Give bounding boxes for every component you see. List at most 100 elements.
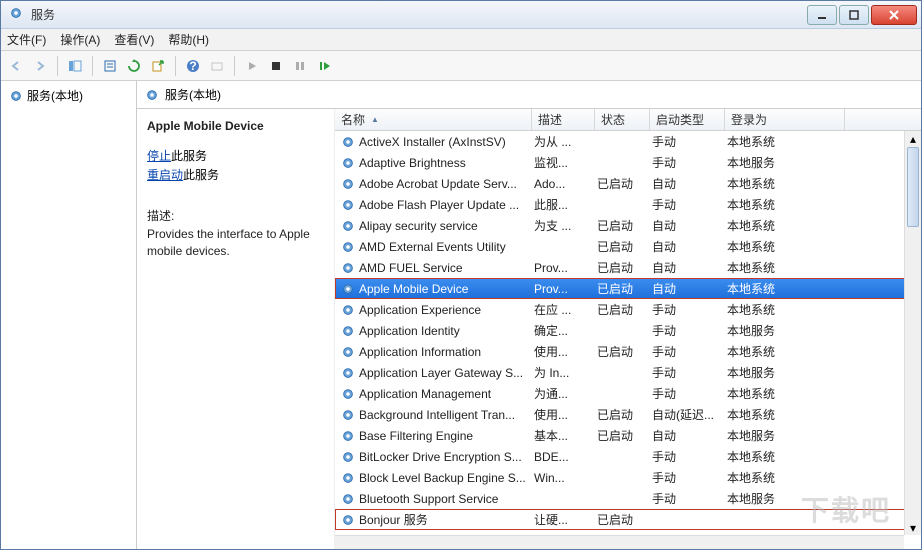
col-header-name[interactable]: 名称 bbox=[335, 109, 532, 130]
cell-start: 手动 bbox=[652, 322, 727, 339]
cell-status: 已启动 bbox=[597, 280, 652, 297]
cell-name: Application Management bbox=[359, 387, 534, 401]
toolbar: ? bbox=[1, 51, 921, 81]
properties-button[interactable] bbox=[99, 55, 121, 77]
cell-start: 手动 bbox=[652, 469, 727, 486]
gear-icon bbox=[341, 240, 355, 254]
table-row[interactable]: Bluetooth Support Service手动本地服务 bbox=[335, 488, 921, 509]
list-header: 名称 描述 状态 启动类型 登录为 bbox=[335, 109, 921, 131]
cell-name: Application Layer Gateway S... bbox=[359, 366, 534, 380]
stop-link[interactable]: 停止 bbox=[147, 149, 171, 163]
cell-logon: 本地服务 bbox=[727, 322, 847, 339]
stop-service-button[interactable] bbox=[265, 55, 287, 77]
table-row[interactable]: AMD External Events Utility已启动自动本地系统 bbox=[335, 236, 921, 257]
scroll-thumb[interactable] bbox=[907, 147, 919, 227]
cell-logon: 本地服务 bbox=[727, 427, 847, 444]
cell-logon: 本地系统 bbox=[727, 385, 847, 402]
gear-icon bbox=[341, 492, 355, 506]
titlebar[interactable]: 服务 bbox=[1, 1, 921, 29]
cell-start: 自动 bbox=[652, 427, 727, 444]
cell-logon: 本地系统 bbox=[727, 196, 847, 213]
vertical-scrollbar[interactable]: ▴ ▾ bbox=[904, 131, 921, 535]
cell-name: Adobe Acrobat Update Serv... bbox=[359, 177, 534, 191]
table-row[interactable]: Bonjour 服务让硬...已启动 bbox=[335, 509, 921, 530]
cell-status: 已启动 bbox=[597, 175, 652, 192]
table-row[interactable]: Adaptive Brightness监视...手动本地服务 bbox=[335, 152, 921, 173]
cell-start: 手动 bbox=[652, 343, 727, 360]
cell-desc: 使用... bbox=[534, 406, 597, 423]
cell-desc: 为 In... bbox=[534, 364, 597, 381]
restart-link[interactable]: 重启动 bbox=[147, 168, 183, 182]
cell-name: Background Intelligent Tran... bbox=[359, 408, 534, 422]
table-row[interactable]: Adobe Acrobat Update Serv...Ado...已启动自动本… bbox=[335, 173, 921, 194]
cell-logon: 本地系统 bbox=[727, 301, 847, 318]
scroll-down-arrow[interactable]: ▾ bbox=[905, 520, 921, 535]
col-header-status[interactable]: 状态 bbox=[595, 109, 650, 130]
cell-desc: 为从 ... bbox=[534, 133, 597, 150]
cell-desc: Ado... bbox=[534, 177, 597, 191]
content-header: 服务(本地) bbox=[137, 81, 921, 109]
svg-text:?: ? bbox=[189, 59, 196, 73]
col-header-desc[interactable]: 描述 bbox=[532, 109, 595, 130]
table-row[interactable]: Application Identity确定...手动本地服务 bbox=[335, 320, 921, 341]
cell-name: AMD FUEL Service bbox=[359, 261, 534, 275]
gear-icon bbox=[341, 282, 355, 296]
nav-pane: 服务(本地) bbox=[1, 81, 137, 549]
cell-name: Block Level Backup Engine S... bbox=[359, 471, 534, 485]
close-button[interactable] bbox=[871, 5, 917, 25]
detail-desc: Provides the interface to Apple mobile d… bbox=[147, 226, 324, 260]
menu-file[interactable]: 文件(F) bbox=[7, 31, 46, 48]
cell-desc: 使用... bbox=[534, 343, 597, 360]
cell-start: 手动 bbox=[652, 133, 727, 150]
gear-icon bbox=[145, 88, 159, 102]
start-service-button bbox=[241, 55, 263, 77]
minimize-button[interactable] bbox=[807, 5, 837, 25]
table-row[interactable]: Adobe Flash Player Update ...此服...手动本地系统 bbox=[335, 194, 921, 215]
gear-icon bbox=[341, 303, 355, 317]
cell-status: 已启动 bbox=[597, 259, 652, 276]
stop-suffix: 此服务 bbox=[171, 149, 207, 163]
table-row[interactable]: BitLocker Drive Encryption S...BDE...手动本… bbox=[335, 446, 921, 467]
menu-action[interactable]: 操作(A) bbox=[60, 31, 100, 48]
pause-service-button bbox=[289, 55, 311, 77]
table-row[interactable]: AMD FUEL ServiceProv...已启动自动本地系统 bbox=[335, 257, 921, 278]
nav-root-item[interactable]: 服务(本地) bbox=[5, 85, 132, 106]
cell-logon: 本地系统 bbox=[727, 238, 847, 255]
cell-start: 手动 bbox=[652, 448, 727, 465]
table-row[interactable]: Application Management为通...手动本地系统 bbox=[335, 383, 921, 404]
table-row[interactable]: Base Filtering Engine基本...已启动自动本地服务 bbox=[335, 425, 921, 446]
col-header-logon[interactable]: 登录为 bbox=[725, 109, 845, 130]
help-button[interactable]: ? bbox=[182, 55, 204, 77]
horizontal-scrollbar[interactable] bbox=[335, 535, 904, 549]
cell-start: 手动 bbox=[652, 196, 727, 213]
cell-status: 已启动 bbox=[597, 238, 652, 255]
scroll-up-arrow[interactable]: ▴ bbox=[905, 131, 921, 146]
cell-name: Application Experience bbox=[359, 303, 534, 317]
maximize-button[interactable] bbox=[839, 5, 869, 25]
cell-name: Bluetooth Support Service bbox=[359, 492, 534, 506]
table-row[interactable]: Alipay security service为支 ...已启动自动本地系统 bbox=[335, 215, 921, 236]
cell-desc: Prov... bbox=[534, 282, 597, 296]
show-hide-tree-button[interactable] bbox=[64, 55, 86, 77]
forward-button bbox=[29, 55, 51, 77]
gear-icon bbox=[341, 135, 355, 149]
table-row[interactable]: Background Intelligent Tran...使用...已启动自动… bbox=[335, 404, 921, 425]
services-window: 服务 文件(F) 操作(A) 查看(V) 帮助(H) ? bbox=[0, 0, 922, 550]
table-row[interactable]: ActiveX Installer (AxInstSV)为从 ...手动本地系统 bbox=[335, 131, 921, 152]
export-button[interactable] bbox=[147, 55, 169, 77]
menu-view[interactable]: 查看(V) bbox=[114, 31, 154, 48]
table-row[interactable]: Application Layer Gateway S...为 In...手动本… bbox=[335, 362, 921, 383]
table-row[interactable]: Block Level Backup Engine S...Win...手动本地… bbox=[335, 467, 921, 488]
restart-service-button[interactable] bbox=[313, 55, 335, 77]
cell-start: 自动 bbox=[652, 238, 727, 255]
back-button bbox=[5, 55, 27, 77]
col-header-start[interactable]: 启动类型 bbox=[650, 109, 725, 130]
window-title: 服务 bbox=[31, 6, 55, 23]
refresh-button[interactable] bbox=[123, 55, 145, 77]
table-row[interactable]: Application Information使用...已启动手动本地系统 bbox=[335, 341, 921, 362]
cell-desc: 在应 ... bbox=[534, 301, 597, 318]
table-row[interactable]: Application Experience在应 ...已启动手动本地系统 bbox=[335, 299, 921, 320]
table-row[interactable]: Apple Mobile DeviceProv...已启动自动本地系统 bbox=[335, 278, 921, 299]
app-icon bbox=[9, 6, 23, 23]
menu-help[interactable]: 帮助(H) bbox=[168, 31, 209, 48]
